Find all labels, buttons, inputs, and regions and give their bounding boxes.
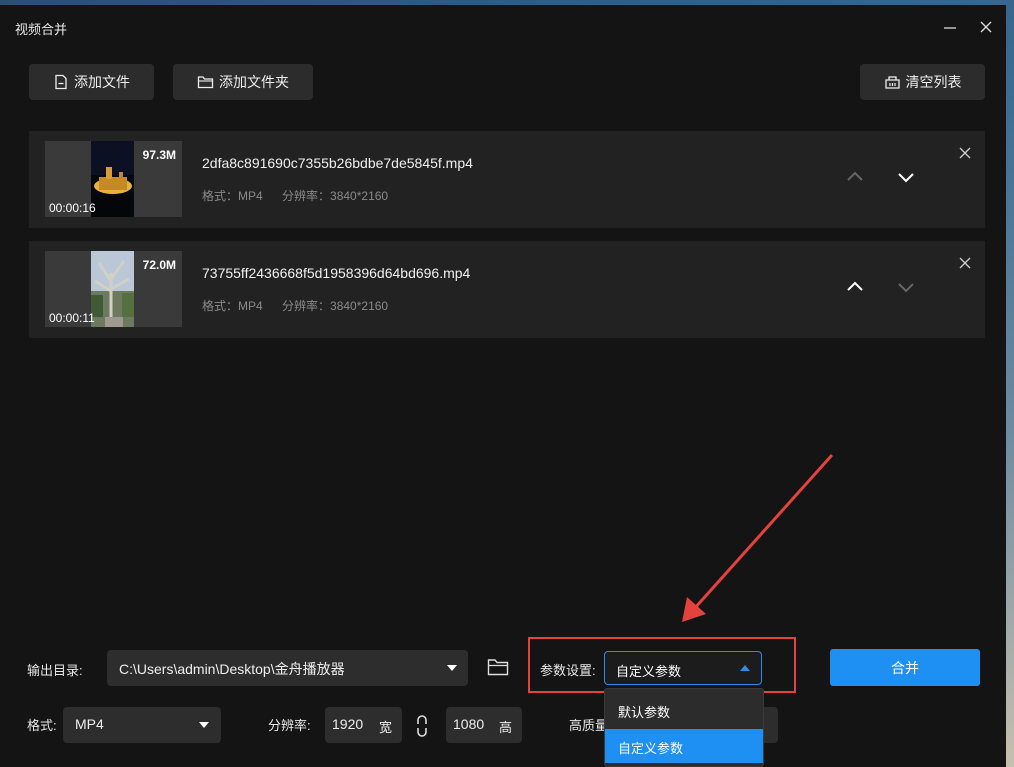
folder-icon (487, 659, 509, 676)
height-unit: 高 (499, 720, 513, 735)
caret-up-icon (740, 665, 750, 671)
param-option-default[interactable]: 默认参数 (605, 693, 763, 727)
width-unit: 宽 (379, 720, 393, 735)
format-select[interactable]: MP4 (63, 707, 221, 743)
video-merge-window: 视频合并 添加文件 添加文件夹 清空列表 97.3M 00:00:16 2dfa… (0, 5, 1006, 767)
param-option-custom[interactable]: 自定义参数 (605, 729, 763, 763)
link-icon (417, 715, 427, 737)
quality-select[interactable] (762, 707, 778, 743)
resolution-label: 分辨率: (268, 718, 311, 733)
param-settings-select[interactable]: 自定义参数 (604, 651, 762, 685)
browse-folder-button[interactable] (487, 657, 509, 677)
width-input[interactable]: 1920 宽 (325, 707, 402, 743)
merge-button[interactable]: 合并 (830, 649, 980, 686)
chevron-down-icon (199, 722, 209, 728)
format-label: 格式: (27, 718, 57, 733)
output-dir-label: 输出目录: (27, 663, 83, 678)
param-settings-dropdown: 默认参数 自定义参数 (604, 688, 764, 767)
param-settings-value: 自定义参数 (616, 664, 682, 679)
chevron-down-icon (447, 665, 457, 671)
output-dir-value: C:\Users\admin\Desktop\金舟播放器 (119, 661, 345, 677)
height-value: 1080 (453, 716, 485, 732)
output-dir-select[interactable]: C:\Users\admin\Desktop\金舟播放器 (107, 650, 468, 686)
link-ratio-toggle[interactable] (413, 714, 431, 738)
height-input[interactable]: 1080 高 (446, 707, 522, 743)
width-value: 1920 (332, 716, 364, 732)
format-value: MP4 (75, 716, 104, 732)
param-settings-label: 参数设置: (540, 663, 596, 678)
quality-label: 高质量 (569, 718, 609, 733)
